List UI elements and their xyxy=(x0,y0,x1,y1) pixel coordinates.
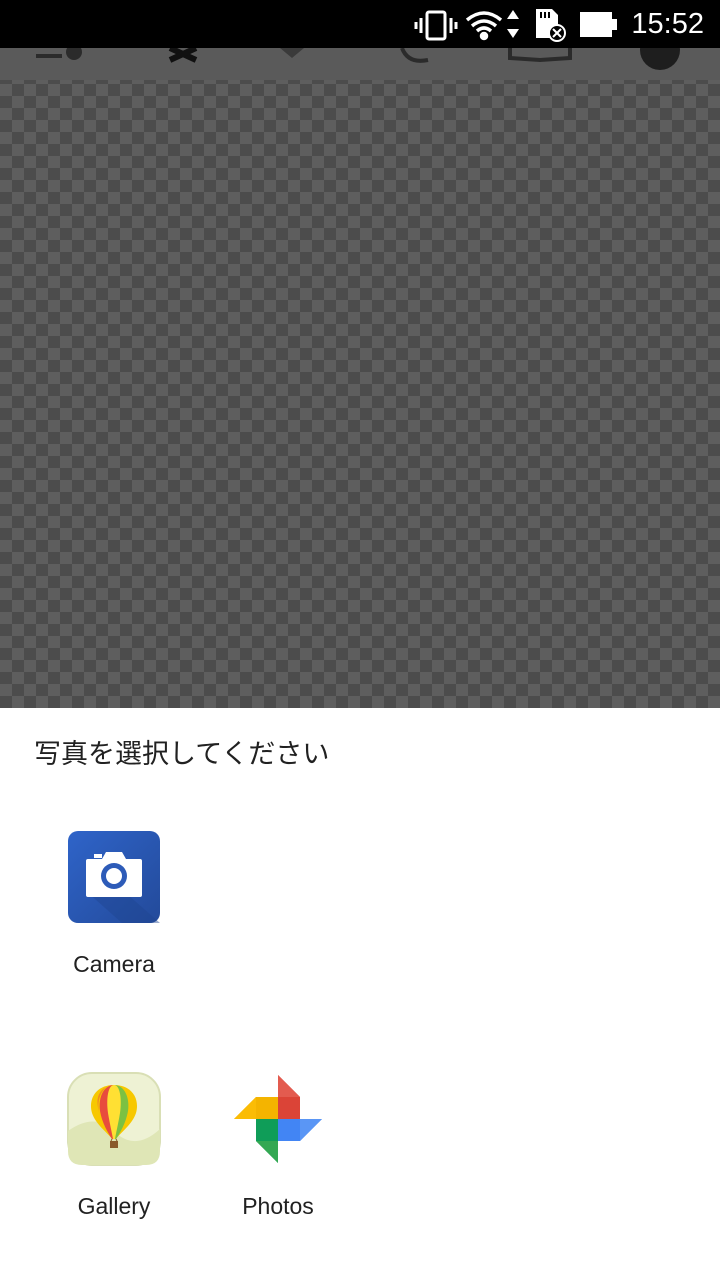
app-item-gallery[interactable]: Gallery xyxy=(39,1071,189,1220)
dimmed-canvas[interactable] xyxy=(0,30,720,708)
balloon-icon xyxy=(67,1072,161,1166)
clock: 15:52 xyxy=(631,8,704,40)
undo-icon xyxy=(400,47,429,63)
chooser-title: 写真を選択してください xyxy=(34,739,330,770)
vibrate-icon xyxy=(414,10,458,41)
wifi-icon xyxy=(465,11,503,41)
dropdown-icon xyxy=(280,48,304,58)
app-item-photos[interactable]: Photos xyxy=(203,1071,353,1220)
app-label-camera: Camera xyxy=(73,951,155,977)
close-icon xyxy=(168,45,198,63)
status-bar: 15:52 xyxy=(0,0,720,48)
pinwheel-icon xyxy=(234,1075,322,1163)
status-icons xyxy=(414,9,617,42)
app-chooser-sheet: 写真を選択してください Camera Gallery Photos xyxy=(0,708,720,1280)
sd-card-error-icon xyxy=(536,9,566,42)
app-label-photos: Photos xyxy=(242,1193,314,1219)
add-layer-icon xyxy=(36,44,82,60)
data-arrows-icon xyxy=(507,10,519,38)
app-item-camera[interactable]: Camera xyxy=(39,829,189,978)
background-toolbar xyxy=(0,30,720,80)
camera-icon xyxy=(68,831,160,923)
book-icon xyxy=(508,48,572,63)
info-icon xyxy=(640,30,680,70)
app-label-gallery: Gallery xyxy=(77,1193,151,1219)
toolbar-icons xyxy=(36,30,680,70)
battery-icon xyxy=(580,12,617,37)
